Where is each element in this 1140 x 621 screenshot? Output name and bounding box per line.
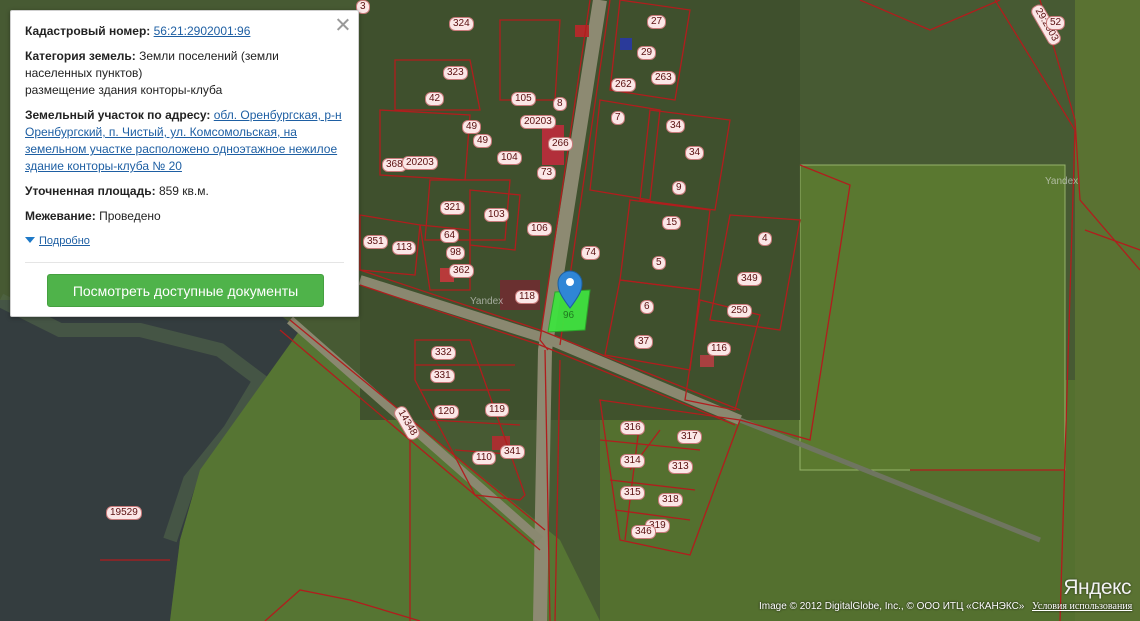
parcel-number-label: 263 bbox=[651, 71, 676, 85]
triangle-down-icon bbox=[25, 237, 35, 243]
parcel-number-label: 104 bbox=[497, 151, 522, 165]
parcel-number-label: 113 bbox=[392, 241, 416, 255]
parcel-number-label: 120 bbox=[434, 405, 459, 419]
parcel-number-label: 15 bbox=[662, 216, 682, 230]
imagery-copyright: Image © 2012 DigitalGlobe, Inc., © ООО И… bbox=[759, 601, 1025, 612]
parcel-number-label: 49 bbox=[473, 134, 493, 148]
parcel-number-label: 316 bbox=[620, 421, 645, 435]
address-label: Земельный участок по адресу: bbox=[25, 108, 211, 122]
parcel-number-label: 19529 bbox=[106, 506, 142, 520]
parcel-number-label: 324 bbox=[449, 17, 474, 31]
parcel-number-label: 351 bbox=[363, 235, 388, 249]
parcel-number-label: 42 bbox=[425, 92, 445, 106]
parcel-number-label: 332 bbox=[431, 346, 456, 360]
parcel-number-label: 331 bbox=[430, 369, 455, 383]
parcel-number-label: 262 bbox=[611, 78, 636, 92]
survey-label: Межевание: bbox=[25, 209, 96, 223]
parcel-info-panel: Кадастровый номер: 56:21:2902001:96 Кате… bbox=[10, 10, 359, 317]
more-details-link[interactable]: Подробно bbox=[39, 235, 90, 247]
more-details-toggle[interactable]: Подробно bbox=[25, 233, 344, 250]
divider bbox=[25, 262, 344, 263]
parcel-number-label: 20203 bbox=[402, 156, 438, 170]
terms-of-use-link[interactable]: Условия использования bbox=[1032, 601, 1132, 612]
category-row: Категория земель: Земли поселений (земли… bbox=[25, 48, 344, 99]
parcel-number-label: 9 bbox=[672, 181, 686, 195]
parcel-number-label: 74 bbox=[581, 246, 601, 260]
selected-plot-label: 96 bbox=[563, 310, 575, 321]
survey-row: Межевание: Проведено bbox=[25, 208, 344, 225]
parcel-number-label: 318 bbox=[658, 493, 683, 507]
parcel-number-label: 4 bbox=[758, 232, 772, 246]
parcel-number-label: 266 bbox=[548, 137, 573, 151]
parcel-number-label: 116 bbox=[707, 342, 731, 356]
category-label: Категория земель: bbox=[25, 49, 136, 63]
cadastral-row: Кадастровый номер: 56:21:2902001:96 bbox=[25, 23, 344, 40]
usage-value: размещение здания конторы-клуба bbox=[25, 83, 223, 97]
parcel-number-label: 27 bbox=[647, 15, 667, 29]
parcel-number-label: 34 bbox=[685, 146, 705, 160]
parcel-number-label: 64 bbox=[440, 229, 460, 243]
parcel-number-label: 52 bbox=[1046, 16, 1066, 30]
parcel-number-label: 315 bbox=[620, 486, 645, 500]
parcel-number-label: 98 bbox=[446, 246, 466, 260]
parcel-number-label: 341 bbox=[500, 445, 525, 459]
parcel-number-label: 362 bbox=[449, 264, 474, 278]
yandex-logo[interactable]: Яндекс bbox=[1063, 576, 1131, 600]
parcel-number-label: 250 bbox=[727, 304, 752, 318]
parcel-number-label: 34 bbox=[666, 119, 686, 133]
parcel-number-label: 314 bbox=[620, 454, 645, 468]
area-row: Уточненная площадь: 859 кв.м. bbox=[25, 183, 344, 200]
parcel-number-label: 8 bbox=[553, 97, 567, 111]
close-icon[interactable] bbox=[336, 17, 350, 31]
parcel-number-label: 29 bbox=[637, 46, 657, 60]
parcel-number-label: 323 bbox=[443, 66, 468, 80]
parcel-number-label: 20203 bbox=[520, 115, 556, 129]
parcel-number-label: 106 bbox=[527, 222, 552, 236]
area-value: 859 кв.м. bbox=[158, 184, 209, 198]
parcel-number-label: 105 bbox=[511, 92, 536, 106]
parcel-number-label: 103 bbox=[484, 208, 509, 222]
parcel-number-label: 346 bbox=[631, 525, 656, 539]
parcel-number-label: 317 bbox=[677, 430, 702, 444]
view-documents-button[interactable]: Посмотреть доступные документы bbox=[47, 274, 324, 307]
parcel-number-label: 119 bbox=[485, 403, 509, 417]
parcel-number-label: 6 bbox=[640, 300, 654, 314]
cadastral-label: Кадастровый номер: bbox=[25, 24, 151, 38]
map-watermark: Yandex bbox=[470, 296, 504, 307]
area-label: Уточненная площадь: bbox=[25, 184, 156, 198]
address-row: Земельный участок по адресу: обл. Оренбу… bbox=[25, 107, 344, 175]
cadastral-number-link[interactable]: 56:21:2902001:96 bbox=[154, 24, 251, 38]
parcel-number-label: 73 bbox=[537, 166, 557, 180]
parcel-number-label: 7 bbox=[611, 111, 625, 125]
parcel-number-label: 349 bbox=[737, 272, 762, 286]
parcel-number-label: 118 bbox=[515, 290, 539, 304]
parcel-number-label: 110 bbox=[472, 451, 496, 465]
parcel-number-label: 5 bbox=[652, 256, 666, 270]
survey-value: Проведено bbox=[99, 209, 161, 223]
parcel-number-label: 313 bbox=[668, 460, 693, 474]
map-watermark: Yandex bbox=[1045, 176, 1079, 187]
parcel-number-label: 49 bbox=[462, 120, 482, 134]
parcel-number-label: 37 bbox=[634, 335, 654, 349]
parcel-number-label: 321 bbox=[440, 201, 465, 215]
